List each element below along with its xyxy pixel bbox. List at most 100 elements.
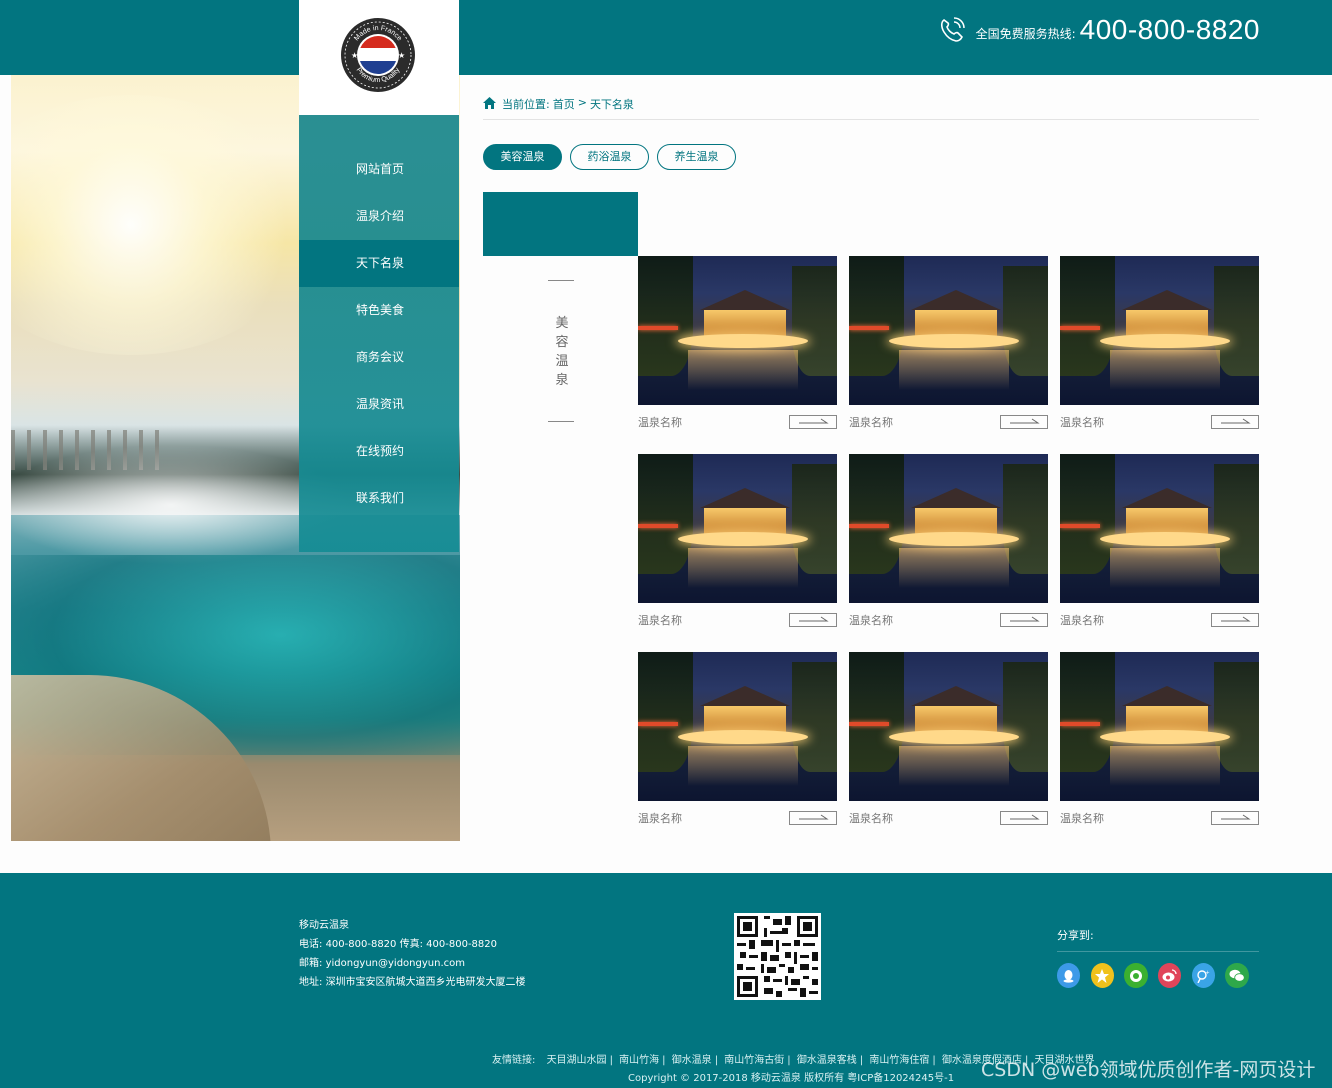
spring-card[interactable]: 温泉名称 bbox=[1060, 256, 1259, 433]
tel-value: 400-800-8820 bbox=[325, 939, 397, 950]
qr-code bbox=[734, 913, 821, 1000]
breadcrumb-home-link[interactable]: 首页 bbox=[553, 96, 575, 112]
nav-item-booking[interactable]: 在线预约 bbox=[299, 428, 459, 475]
spring-card[interactable]: 温泉名称 bbox=[638, 454, 837, 631]
arrow-right-icon bbox=[799, 418, 829, 424]
spring-name: 温泉名称 bbox=[849, 416, 893, 429]
email-label: 邮箱: bbox=[299, 958, 323, 969]
spring-name: 温泉名称 bbox=[1060, 614, 1104, 627]
nav-item-home[interactable]: 网站首页 bbox=[299, 146, 459, 193]
home-icon bbox=[483, 97, 496, 109]
weibo-icon[interactable] bbox=[1158, 963, 1182, 988]
spring-thumbnail[interactable] bbox=[638, 256, 837, 405]
category-divider-top bbox=[548, 280, 574, 281]
friend-link[interactable]: 御水温泉 bbox=[672, 1055, 712, 1066]
footer-contact-info: 移动云温泉 电话: 400-800-8820 传真: 400-800-8820 … bbox=[299, 916, 526, 992]
hotline-label: 全国免费服务热线: bbox=[975, 26, 1076, 41]
spring-card[interactable]: 温泉名称 bbox=[638, 652, 837, 829]
top-header-bar: 全国免费服务热线: 400-800-8820 bbox=[0, 0, 1332, 75]
tencent-weibo-icon[interactable]: + bbox=[1191, 963, 1215, 988]
share-title: 分享到: bbox=[1057, 927, 1259, 952]
pengyou-icon[interactable] bbox=[1124, 963, 1148, 988]
spring-thumbnail[interactable] bbox=[849, 454, 1048, 603]
more-arrow-button[interactable] bbox=[1000, 415, 1048, 429]
nav-item-cuisine[interactable]: 特色美食 bbox=[299, 287, 459, 334]
friend-link[interactable]: 御水温泉客栈 bbox=[797, 1055, 857, 1066]
main-nav: 网站首页 温泉介绍 天下名泉 特色美食 商务会议 温泉资讯 在线预约 联系我们 bbox=[299, 115, 459, 552]
nav-item-famous-springs[interactable]: 天下名泉 bbox=[299, 240, 459, 287]
spring-thumbnail[interactable] bbox=[1060, 652, 1259, 801]
arrow-right-icon bbox=[1221, 418, 1251, 424]
logo[interactable]: Made in France Premium Quality ★ ★ bbox=[299, 0, 459, 115]
spring-thumbnail[interactable] bbox=[849, 652, 1048, 801]
phone-icon bbox=[940, 17, 965, 42]
spring-name: 温泉名称 bbox=[638, 614, 682, 627]
arrow-right-icon bbox=[1010, 616, 1040, 622]
more-arrow-button[interactable] bbox=[789, 811, 837, 825]
qr-code-icon bbox=[737, 916, 818, 997]
spring-name: 温泉名称 bbox=[1060, 416, 1104, 429]
fax-value: 400-800-8820 bbox=[426, 939, 497, 950]
email-value[interactable]: yidongyun@yidongyun.com bbox=[326, 958, 465, 969]
address-label: 地址: bbox=[299, 977, 323, 988]
spring-card[interactable]: 温泉名称 bbox=[1060, 652, 1259, 829]
spring-thumbnail[interactable] bbox=[638, 652, 837, 801]
qq-icon[interactable] bbox=[1057, 963, 1081, 988]
spring-name: 温泉名称 bbox=[638, 416, 682, 429]
spring-card[interactable]: 温泉名称 bbox=[849, 256, 1048, 433]
friend-link[interactable]: 南山竹海古街 bbox=[724, 1055, 784, 1066]
category-color-block bbox=[483, 192, 638, 256]
friend-link[interactable]: 南山竹海住宿 bbox=[869, 1055, 929, 1066]
share-icons: + bbox=[1057, 963, 1259, 988]
spring-thumbnail[interactable] bbox=[1060, 256, 1259, 405]
more-arrow-button[interactable] bbox=[1211, 811, 1259, 825]
svg-text:★: ★ bbox=[351, 51, 358, 60]
tel-label: 电话: bbox=[299, 939, 323, 950]
arrow-right-icon bbox=[799, 814, 829, 820]
tab-wellness-spring[interactable]: 养生温泉 bbox=[657, 144, 736, 170]
friend-link[interactable]: 天目湖山水园 bbox=[547, 1055, 607, 1066]
spring-card[interactable]: 温泉名称 bbox=[638, 256, 837, 433]
tab-herbal-spring[interactable]: 药浴温泉 bbox=[570, 144, 649, 170]
share-panel: 分享到: + bbox=[1057, 927, 1259, 988]
spring-card[interactable]: 温泉名称 bbox=[849, 454, 1048, 631]
category-vertical-title: 美 容 温 泉 bbox=[555, 316, 569, 388]
spring-name: 温泉名称 bbox=[638, 812, 682, 825]
spring-card[interactable]: 温泉名称 bbox=[849, 652, 1048, 829]
arrow-right-icon bbox=[1010, 418, 1040, 424]
wechat-icon[interactable] bbox=[1225, 963, 1249, 988]
arrow-right-icon bbox=[1221, 814, 1251, 820]
csdn-watermark: CSDN @web领域优质创作者-网页设计 bbox=[981, 1059, 1316, 1081]
address-value: 深圳市宝安区航城大道西乡光电研发大厦二楼 bbox=[325, 977, 526, 988]
nav-item-contact[interactable]: 联系我们 bbox=[299, 475, 459, 522]
spring-thumbnail[interactable] bbox=[1060, 454, 1259, 603]
friend-link[interactable]: 南山竹海 bbox=[619, 1055, 659, 1066]
arrow-right-icon bbox=[1221, 616, 1251, 622]
made-in-france-badge-icon: Made in France Premium Quality ★ ★ bbox=[341, 18, 415, 92]
svg-text:★: ★ bbox=[398, 51, 405, 60]
hotline: 全国免费服务热线: 400-800-8820 bbox=[936, 14, 1260, 46]
category-tabs: 美容温泉 药浴温泉 养生温泉 bbox=[483, 144, 744, 170]
spring-thumbnail[interactable] bbox=[638, 454, 837, 603]
nav-item-meetings[interactable]: 商务会议 bbox=[299, 334, 459, 381]
nav-item-news[interactable]: 温泉资讯 bbox=[299, 381, 459, 428]
more-arrow-button[interactable] bbox=[1211, 613, 1259, 627]
more-arrow-button[interactable] bbox=[789, 613, 837, 627]
spring-name: 温泉名称 bbox=[1060, 812, 1104, 825]
spring-thumbnail[interactable] bbox=[849, 256, 1048, 405]
qzone-icon[interactable] bbox=[1090, 963, 1114, 988]
more-arrow-button[interactable] bbox=[1211, 415, 1259, 429]
spring-card[interactable]: 温泉名称 bbox=[1060, 454, 1259, 631]
fax-label: 传真: bbox=[399, 939, 423, 950]
company-name: 移动云温泉 bbox=[299, 920, 349, 931]
spring-name: 温泉名称 bbox=[849, 614, 893, 627]
more-arrow-button[interactable] bbox=[1000, 613, 1048, 627]
category-divider-bottom bbox=[548, 421, 574, 422]
more-arrow-button[interactable] bbox=[1000, 811, 1048, 825]
breadcrumb-prefix: 当前位置: bbox=[502, 98, 550, 111]
arrow-right-icon bbox=[799, 616, 829, 622]
more-arrow-button[interactable] bbox=[789, 415, 837, 429]
breadcrumb-separator: > bbox=[577, 96, 587, 109]
nav-item-about-spring[interactable]: 温泉介绍 bbox=[299, 193, 459, 240]
tab-beauty-spring[interactable]: 美容温泉 bbox=[483, 144, 562, 170]
